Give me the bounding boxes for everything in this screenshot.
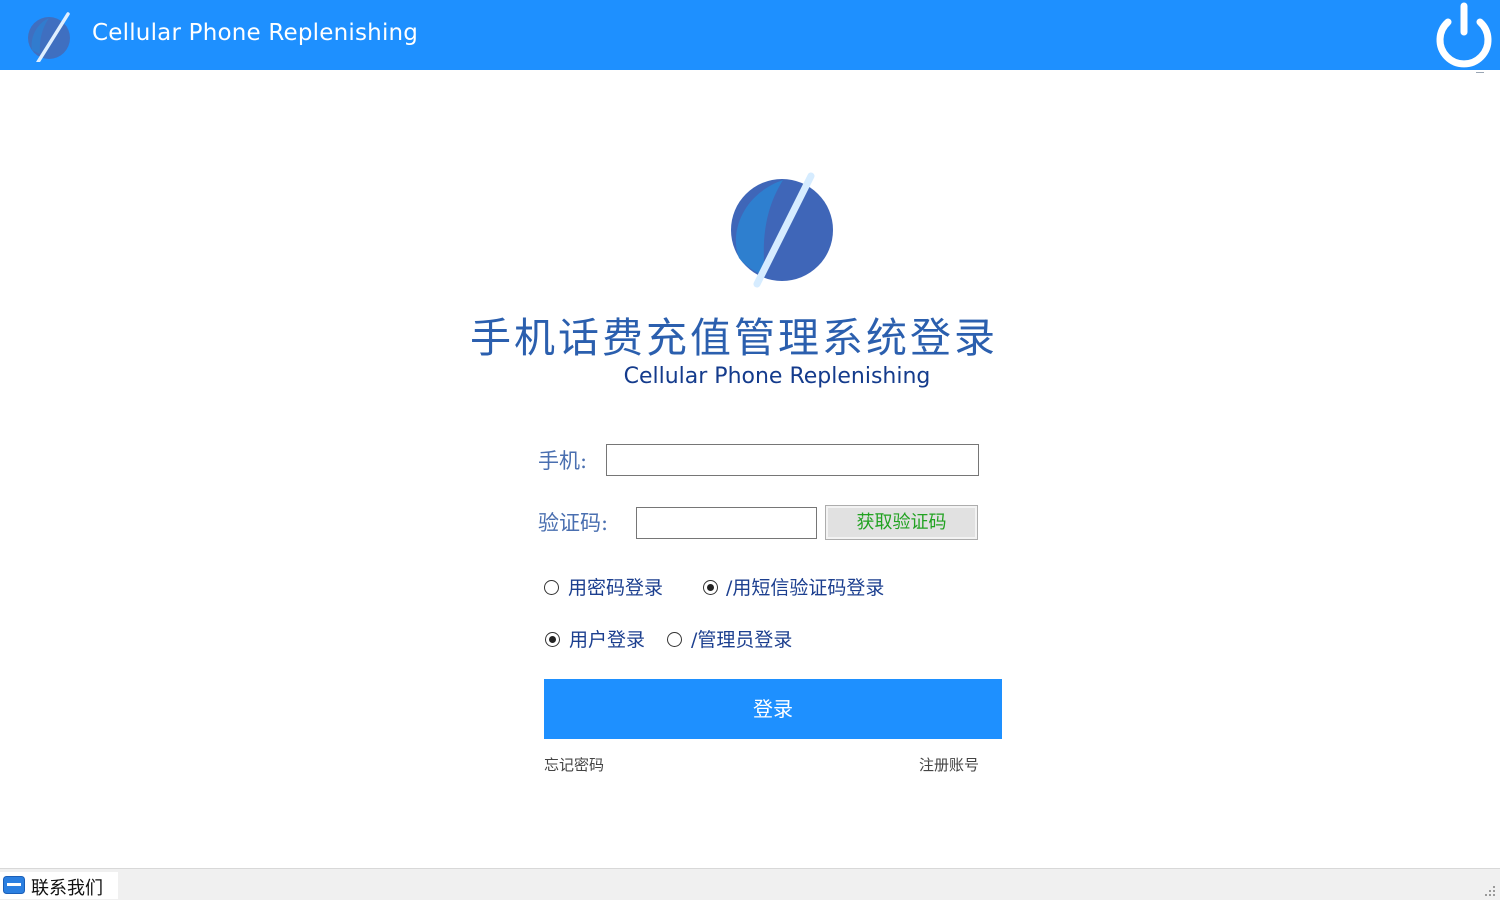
phone-label: 手机: [538, 449, 588, 473]
power-icon[interactable] [1432, 2, 1496, 68]
mail-icon [3, 876, 25, 894]
status-bar: 联系我们 [0, 868, 1500, 900]
header-divider [1476, 72, 1484, 73]
login-button[interactable]: 登录 [544, 679, 1002, 739]
radio-sms-login[interactable] [703, 580, 718, 595]
contact-us-label: 联系我们 [31, 878, 103, 899]
radio-label-password-login[interactable]: 用密码登录 [568, 575, 663, 601]
register-link[interactable]: 注册账号 [919, 754, 979, 775]
page-title: 手机话费充值管理系统登录 [470, 314, 998, 362]
get-code-button[interactable]: 获取验证码 [825, 505, 978, 540]
radio-label-admin-login[interactable]: /管理员登录 [691, 627, 792, 653]
header-title: Cellular Phone Replenishing [92, 20, 419, 46]
radio-label-user-login[interactable]: 用户登录 [569, 627, 645, 653]
code-label: 验证码: [538, 511, 609, 535]
header-bar: Cellular Phone Replenishing [0, 0, 1500, 70]
planet-logo-icon [28, 12, 70, 62]
forgot-password-link[interactable]: 忘记密码 [544, 754, 604, 775]
resize-grip-icon[interactable] [1482, 883, 1496, 897]
login-window: Cellular Phone Replenishing 手机话费充值管理系统登录… [0, 0, 1500, 900]
planet-logo-icon [731, 172, 833, 288]
radio-user-login[interactable] [545, 632, 560, 647]
radio-password-login[interactable] [544, 580, 559, 595]
page-subtitle: Cellular Phone Replenishing [623, 364, 931, 389]
contact-us-button[interactable]: 联系我们 [0, 872, 118, 899]
radio-admin-login[interactable] [667, 632, 682, 647]
radio-label-sms-login[interactable]: /用短信验证码登录 [726, 575, 884, 601]
code-input[interactable] [636, 507, 817, 539]
phone-input[interactable] [606, 444, 979, 476]
